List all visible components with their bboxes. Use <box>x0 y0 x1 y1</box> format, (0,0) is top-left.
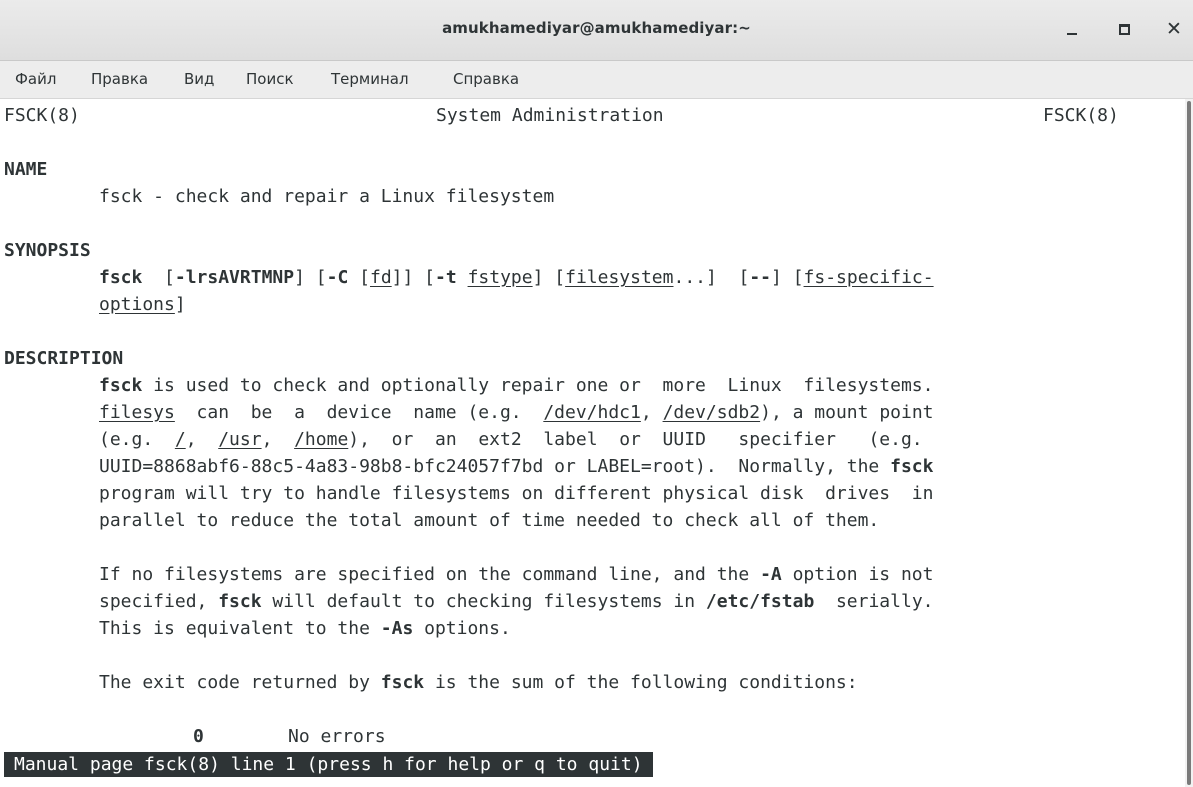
exit-code-line: The exit code returned by fsck is the su… <box>99 672 858 693</box>
exit-code-value: 0 <box>193 726 204 747</box>
description-line-5: program will try to handle filesystems o… <box>99 483 934 504</box>
header-left: FSCK(8) <box>4 105 80 126</box>
section-description-heading: DESCRIPTION <box>4 348 124 369</box>
description-line-3: (e.g. /, /usr, /home), or an ext2 label … <box>99 429 923 450</box>
description-line-2: filesys can be a device name (e.g. /dev/… <box>99 402 934 423</box>
window-title: amukhamediyar@amukhamediyar:~ <box>442 19 751 37</box>
menu-edit[interactable]: Правка <box>91 70 148 88</box>
window-titlebar[interactable]: amukhamediyar@amukhamediyar:~ ✕ <box>0 0 1193 61</box>
scrollbar-thumb[interactable] <box>1187 101 1191 785</box>
close-button[interactable]: ✕ <box>1159 14 1189 44</box>
synopsis-line-2: options] <box>99 294 186 315</box>
minimize-button[interactable] <box>1057 14 1087 44</box>
exit-code-description: No errors <box>288 726 386 747</box>
maximize-button[interactable] <box>1109 14 1139 44</box>
man-header: FSCK(8) <box>4 102 80 129</box>
menubar: Файл Правка Вид Поиск Терминал Справка <box>0 61 1193 99</box>
description-line-6: parallel to reduce the total amount of t… <box>99 510 880 531</box>
paragraph-line-1: If no filesystems are specified on the c… <box>99 564 934 585</box>
header-right: FSCK(8) <box>1043 105 1119 126</box>
header-center: System Administration <box>436 105 664 126</box>
section-synopsis-heading: SYNOPSIS <box>4 240 91 261</box>
menu-file[interactable]: Файл <box>15 70 56 88</box>
pager-status-bar: Manual page fsck(8) line 1 (press h for … <box>4 752 653 777</box>
description-line-4: UUID=8868abf6-88c5-4a83-98b8-bfc24057f7b… <box>99 456 934 477</box>
description-line-1: fsck is used to check and optionally rep… <box>99 375 934 396</box>
menu-terminal[interactable]: Терминал <box>331 70 409 88</box>
minimize-icon <box>1067 33 1077 35</box>
terminal-area[interactable]: FSCK(8) System Administration FSCK(8) NA… <box>0 99 1185 787</box>
menu-view[interactable]: Вид <box>184 70 214 88</box>
menu-search[interactable]: Поиск <box>246 70 294 88</box>
section-name-heading: NAME <box>4 159 48 180</box>
menu-help[interactable]: Справка <box>453 70 519 88</box>
maximize-icon <box>1118 23 1130 35</box>
synopsis-line-1: fsck [-lrsAVRTMNP] [-C [fd]] [-t fstype]… <box>99 267 934 288</box>
paragraph-line-3: This is equivalent to the -As options. <box>99 618 511 639</box>
name-text: fsck - check and repair a Linux filesyst… <box>99 186 555 207</box>
scrollbar[interactable] <box>1185 99 1193 787</box>
close-icon: ✕ <box>1166 18 1182 40</box>
paragraph-line-2: specified, fsck will default to checking… <box>99 591 934 612</box>
